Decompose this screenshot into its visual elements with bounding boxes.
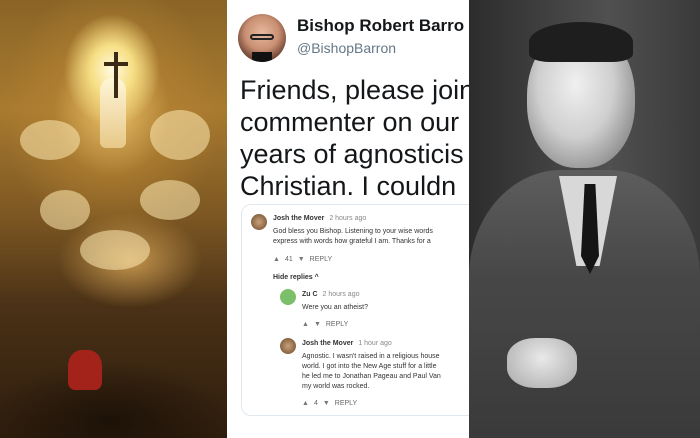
comment-avatar [280, 338, 296, 354]
like-count: 41 [284, 256, 293, 263]
tweet-text: Friends, please join commenter on our ye… [240, 74, 469, 202]
comment-text-line: Were you an atheist? [302, 304, 369, 311]
thumbs-down-icon[interactable]: ▼ [314, 321, 321, 328]
avatar[interactable] [238, 14, 286, 62]
thumbs-up-icon[interactable]: ▲ [302, 321, 309, 328]
comment-text-line: God bless you Bishop. Listening to your … [273, 228, 433, 235]
tweet-author-name[interactable]: Bishop Robert Barro [297, 16, 464, 36]
portrait-photo [469, 0, 700, 438]
comment-author[interactable]: Josh the Mover [273, 215, 324, 222]
comment-text-line: world. I got into the New Age stuff for … [302, 363, 437, 370]
tweet-author-handle[interactable]: @BishopBarron [297, 40, 396, 56]
hide-replies-toggle[interactable]: Hide replies ^ [273, 274, 319, 281]
thumbs-up-icon[interactable]: ▲ [302, 400, 309, 407]
thumbs-up-icon[interactable]: ▲ [273, 256, 280, 263]
comment-text-line: express with words how grateful I am. Th… [273, 238, 431, 245]
comment-time: 2 hours ago [329, 215, 367, 222]
comment-header: Josh the Mover 1 hour ago [302, 340, 392, 347]
comment-time: 1 hour ago [358, 340, 392, 347]
reply-button[interactable]: REPLY [310, 256, 332, 263]
tweet-card: Bishop Robert Barro @BishopBarron Friend… [227, 0, 469, 438]
embedded-comments-screenshot: Josh the Mover 2 hours ago God bless you… [241, 204, 469, 416]
comment-time: 2 hours ago [322, 291, 360, 298]
tweet-text-line: Friends, please join [240, 75, 469, 105]
comment-header: Zu C 2 hours ago [302, 291, 360, 298]
comment-author[interactable]: Zu C [302, 291, 318, 298]
comment-actions: ▲ 4 ▼ REPLY [302, 400, 357, 407]
tweet-text-line: years of agnosticis [240, 139, 464, 169]
thumbs-down-icon[interactable]: ▼ [298, 256, 305, 263]
comment-avatar [251, 214, 267, 230]
comment-actions: ▲ 41 ▼ REPLY [273, 256, 332, 263]
reply-button[interactable]: REPLY [326, 321, 348, 328]
thumbs-down-icon[interactable]: ▼ [323, 400, 330, 407]
painting-image [0, 0, 227, 438]
comment-actions: ▲ ▼ REPLY [302, 321, 348, 328]
comment-avatar [280, 289, 296, 305]
tweet-text-line: Christian. I couldn [240, 171, 457, 201]
tweet-text-line: commenter on our [240, 107, 460, 137]
comment-header: Josh the Mover 2 hours ago [273, 215, 366, 222]
reply-button[interactable]: REPLY [335, 400, 357, 407]
comment-author[interactable]: Josh the Mover [302, 340, 353, 347]
like-count: 4 [313, 400, 318, 407]
comment-text-line: Agnostic. I wasn't raised in a religious… [302, 353, 440, 360]
comment-text-line: he led me to Jonathan Pageau and Paul Va… [302, 373, 441, 380]
comment-text-line: my world was rocked. [302, 383, 370, 390]
